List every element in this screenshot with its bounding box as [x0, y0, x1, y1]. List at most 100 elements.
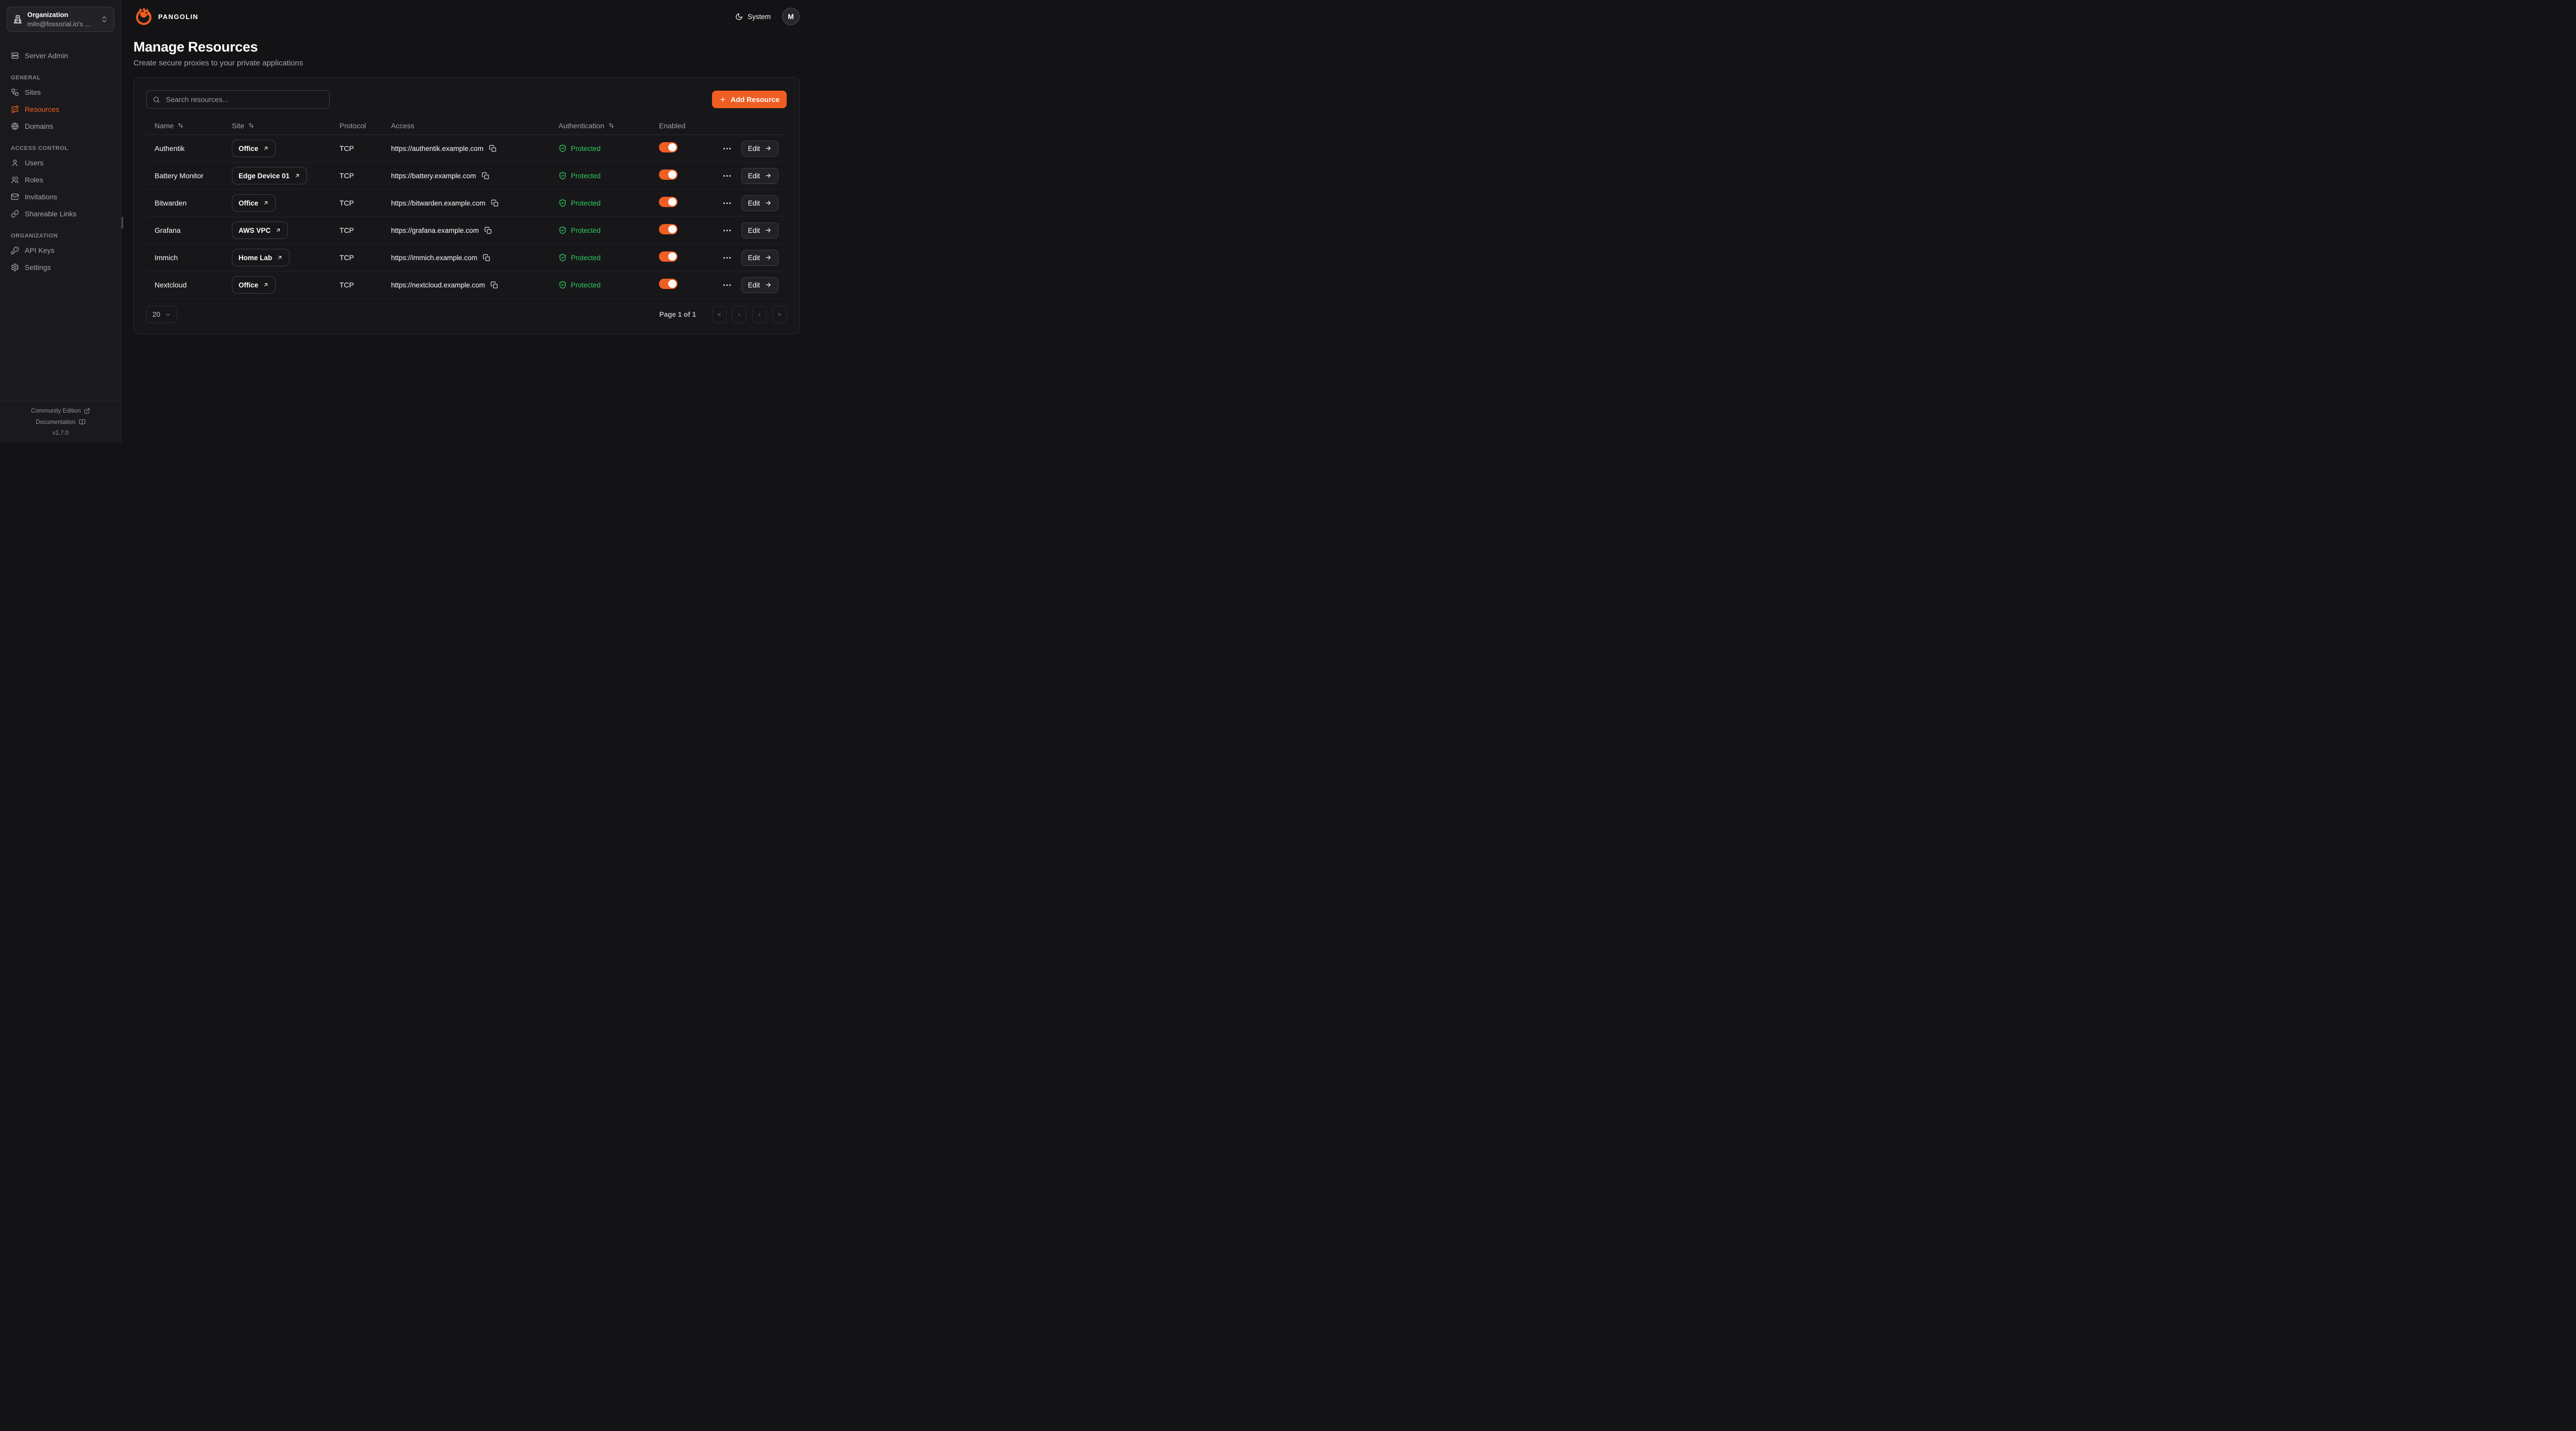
site-link-button[interactable]: Office	[232, 140, 276, 157]
site-link-button[interactable]: Office	[232, 194, 276, 212]
sidebar-item-resources[interactable]: Resources	[7, 100, 114, 117]
copy-icon[interactable]	[489, 145, 497, 152]
search-input[interactable]	[165, 95, 324, 104]
site-link-button[interactable]: Office	[232, 276, 276, 294]
resource-name: Bitwarden	[155, 199, 232, 207]
row-menu-button[interactable]: ⋯	[723, 144, 732, 153]
sidebar-item-invitations[interactable]: Invitations	[7, 188, 114, 205]
enabled-toggle[interactable]	[659, 279, 677, 289]
arrow-up-right-icon	[294, 173, 300, 179]
row-menu-button[interactable]: ⋯	[723, 226, 732, 235]
search-box[interactable]	[146, 90, 330, 109]
copy-icon[interactable]	[490, 281, 498, 289]
resource-name: Nextcloud	[155, 281, 232, 289]
edit-button[interactable]: Edit	[741, 250, 778, 266]
sidebar-item-domains[interactable]: Domains	[7, 117, 114, 134]
sidebar-item-shareable-links[interactable]: Shareable Links	[7, 205, 114, 222]
enabled-toggle[interactable]	[659, 251, 677, 262]
arrow-right-icon	[765, 172, 772, 179]
previous-page-button[interactable]: ‹	[732, 306, 747, 323]
shield-check-icon	[558, 199, 567, 207]
toolbar: Add Resource	[146, 90, 787, 109]
auth-status: Protected	[558, 172, 659, 180]
arrow-up-right-icon	[263, 200, 269, 206]
copy-icon[interactable]	[483, 254, 490, 262]
theme-toggle[interactable]: System	[735, 13, 771, 21]
page-size-select[interactable]: 20	[146, 306, 177, 323]
documentation-link[interactable]: Documentation	[36, 419, 85, 425]
copy-icon[interactable]	[482, 172, 489, 180]
table-body: Authentik Office TCP https://authentik.e…	[146, 135, 787, 299]
edit-button[interactable]: Edit	[741, 141, 778, 157]
first-page-button[interactable]: «	[712, 306, 726, 323]
site-link-button[interactable]: Edge Device 01	[232, 167, 307, 184]
edit-button[interactable]: Edit	[741, 223, 778, 238]
edit-button[interactable]: Edit	[741, 277, 778, 293]
shield-check-icon	[558, 172, 567, 180]
edit-button[interactable]: Edit	[741, 168, 778, 184]
arrow-up-right-icon	[275, 227, 281, 233]
row-menu-button[interactable]: ⋯	[723, 281, 732, 289]
row-menu-button[interactable]: ⋯	[723, 199, 732, 208]
community-edition-link[interactable]: Community Edition	[31, 408, 90, 414]
column-header-name[interactable]: Name	[155, 122, 232, 130]
row-menu-button[interactable]: ⋯	[723, 253, 732, 262]
site-link-button[interactable]: Home Lab	[232, 249, 290, 266]
pangolin-logo	[133, 6, 154, 27]
row-menu-button[interactable]: ⋯	[723, 172, 732, 180]
sidebar: Organization milo@fossorial.io's ... Ser…	[0, 0, 122, 442]
mail-check-icon	[11, 193, 19, 201]
auth-status: Protected	[558, 281, 659, 289]
last-page-button[interactable]: »	[772, 306, 787, 323]
user-icon	[11, 159, 19, 167]
column-header-site[interactable]: Site	[232, 122, 340, 130]
section-title-general: GENERAL	[11, 75, 110, 81]
arrow-right-icon	[765, 145, 772, 152]
enabled-toggle[interactable]	[659, 224, 677, 234]
next-page-button[interactable]: ›	[752, 306, 767, 323]
sidebar-item-api-keys[interactable]: API Keys	[7, 242, 114, 259]
table-header: Name Site Protocol Access	[146, 116, 787, 135]
users-icon	[11, 176, 19, 184]
enabled-toggle[interactable]	[659, 169, 677, 180]
sidebar-item-sites[interactable]: Sites	[7, 83, 114, 100]
app-version: v1.7.0	[53, 430, 69, 436]
auth-status: Protected	[558, 253, 659, 262]
link-icon	[11, 210, 19, 218]
column-header-access: Access	[391, 122, 558, 130]
protocol-value: TCP	[340, 253, 391, 262]
site-link-button[interactable]: AWS VPC	[232, 222, 288, 239]
avatar[interactable]: M	[782, 8, 800, 25]
sidebar-item-server-admin[interactable]: Server Admin	[7, 47, 114, 64]
arrow-right-icon	[765, 254, 772, 261]
site-name: Office	[239, 199, 258, 207]
chevrons-left-icon: «	[717, 311, 722, 319]
sidebar-item-roles[interactable]: Roles	[7, 171, 114, 188]
sidebar-item-users[interactable]: Users	[7, 154, 114, 171]
access-url: https://battery.example.com	[391, 172, 476, 180]
enabled-toggle[interactable]	[659, 197, 677, 207]
org-value: milo@fossorial.io's ...	[27, 20, 91, 28]
table-row: Immich Home Lab TCP https://immich.examp…	[146, 244, 787, 271]
auth-status: Protected	[558, 199, 659, 207]
access-url: https://grafana.example.com	[391, 227, 479, 234]
resources-icon	[11, 105, 19, 113]
sidebar-footer: Community Edition Documentation v1.7.0	[0, 401, 121, 442]
enabled-toggle[interactable]	[659, 142, 677, 152]
add-resource-button[interactable]: Add Resource	[712, 91, 787, 108]
page-head: Manage Resources Create secure proxies t…	[122, 27, 808, 67]
building-icon	[13, 14, 23, 24]
org-label: Organization	[27, 11, 68, 19]
edit-button[interactable]: Edit	[741, 195, 778, 211]
copy-icon[interactable]	[491, 199, 499, 207]
site-name: AWS VPC	[239, 227, 270, 234]
access-url: https://nextcloud.example.com	[391, 281, 485, 289]
resources-card: Add Resource Name Site Protoco	[133, 77, 800, 334]
resource-name: Authentik	[155, 144, 232, 152]
resource-name: Grafana	[155, 226, 232, 234]
org-selector[interactable]: Organization milo@fossorial.io's ...	[7, 7, 114, 32]
section-title-access-control: ACCESS CONTROL	[11, 145, 110, 151]
column-header-authentication[interactable]: Authentication	[558, 122, 659, 130]
sidebar-item-settings[interactable]: Settings	[7, 259, 114, 276]
copy-icon[interactable]	[484, 227, 492, 234]
